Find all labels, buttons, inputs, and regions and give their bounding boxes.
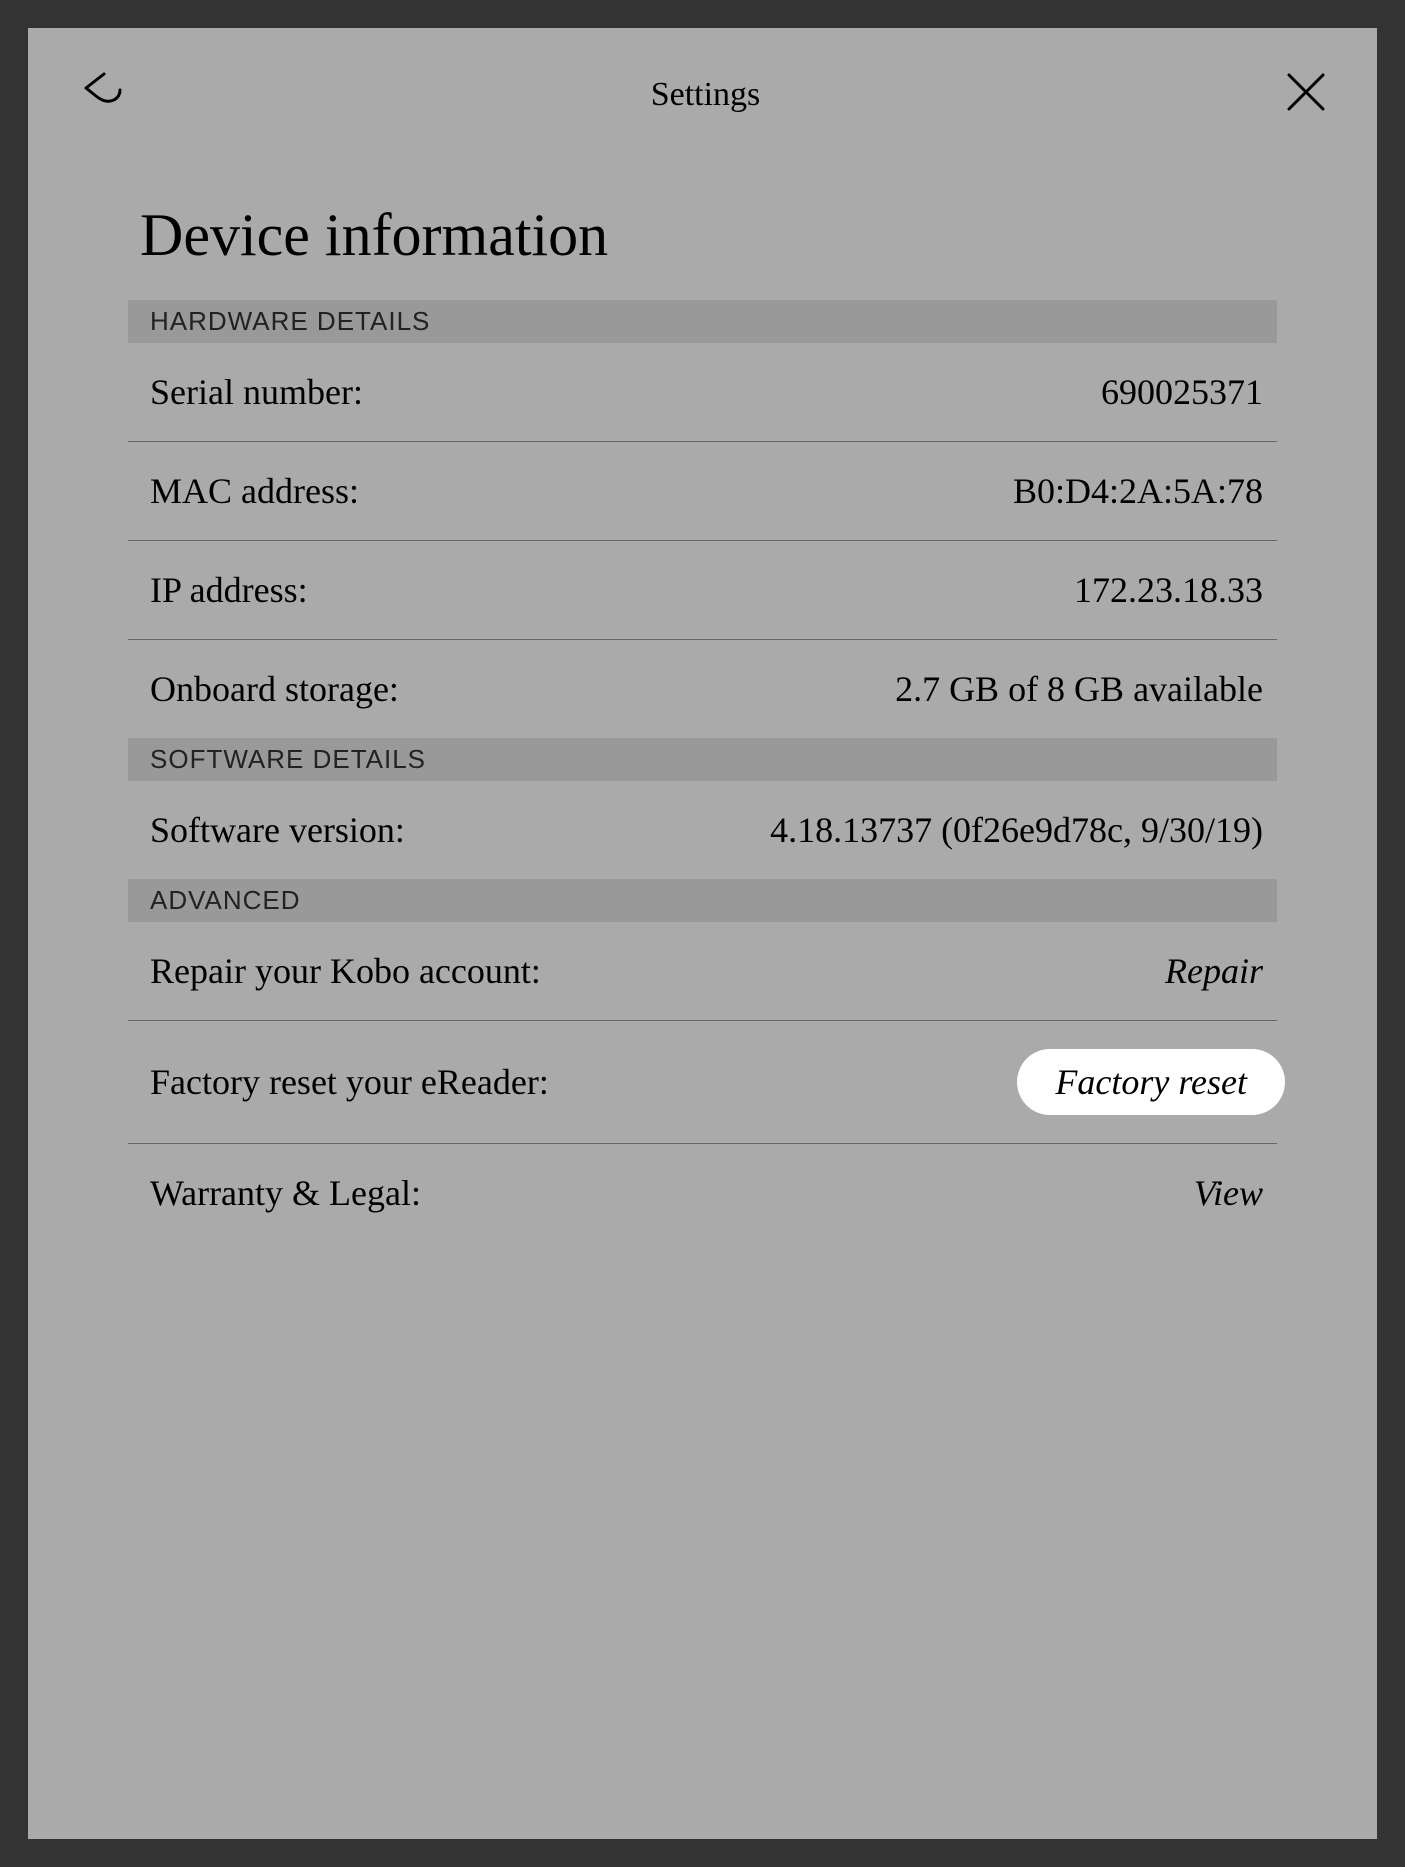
row-repair-account: Repair your Kobo account: Repair xyxy=(128,922,1277,1021)
serial-label: Serial number: xyxy=(150,371,363,413)
row-software-version: Software version: 4.18.13737 (0f26e9d78c… xyxy=(128,781,1277,879)
section-software-header: SOFTWARE DETAILS xyxy=(128,738,1277,781)
row-warranty-legal: Warranty & Legal: View xyxy=(128,1144,1277,1242)
serial-value: 690025371 xyxy=(1101,371,1263,413)
row-onboard-storage: Onboard storage: 2.7 GB of 8 GB availabl… xyxy=(128,640,1277,738)
settings-screen: Settings Device information HARDWARE DET… xyxy=(28,28,1377,1839)
mac-value: B0:D4:2A:5A:78 xyxy=(1013,470,1263,512)
close-icon xyxy=(1285,71,1327,113)
warranty-view-button[interactable]: View xyxy=(1194,1172,1263,1214)
repair-label: Repair your Kobo account: xyxy=(150,950,541,992)
section-hardware-header: HARDWARE DETAILS xyxy=(128,300,1277,343)
row-serial-number: Serial number: 690025371 xyxy=(128,343,1277,442)
factory-reset-button[interactable]: Factory reset xyxy=(1017,1049,1285,1115)
section-advanced-header: ADVANCED xyxy=(128,879,1277,922)
header-bar: Settings xyxy=(28,28,1377,151)
storage-label: Onboard storage: xyxy=(150,668,399,710)
version-label: Software version: xyxy=(150,809,405,851)
factory-label: Factory reset your eReader: xyxy=(150,1061,549,1103)
row-ip-address: IP address: 172.23.18.33 xyxy=(128,541,1277,640)
storage-value: 2.7 GB of 8 GB available xyxy=(895,668,1263,710)
page-title: Device information xyxy=(128,201,1277,270)
back-arrow-icon xyxy=(78,68,126,116)
content-area: Device information HARDWARE DETAILS Seri… xyxy=(28,201,1377,1242)
warranty-label: Warranty & Legal: xyxy=(150,1172,421,1214)
ip-value: 172.23.18.33 xyxy=(1074,569,1263,611)
row-mac-address: MAC address: B0:D4:2A:5A:78 xyxy=(128,442,1277,541)
header-title: Settings xyxy=(651,76,761,114)
mac-label: MAC address: xyxy=(150,470,359,512)
close-button[interactable] xyxy=(1285,71,1327,118)
repair-button[interactable]: Repair xyxy=(1165,950,1263,992)
version-value: 4.18.13737 (0f26e9d78c, 9/30/19) xyxy=(770,809,1263,851)
row-factory-reset: Factory reset your eReader: Factory rese… xyxy=(128,1021,1277,1144)
back-button[interactable] xyxy=(78,68,126,121)
ip-label: IP address: xyxy=(150,569,308,611)
